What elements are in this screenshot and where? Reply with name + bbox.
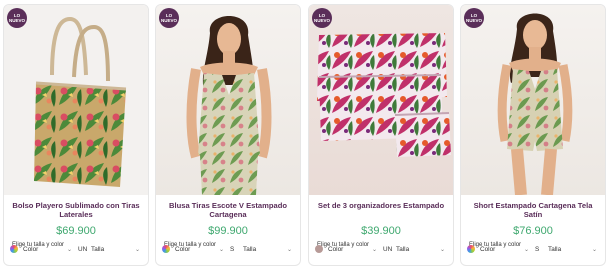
chevron-down-icon: ⌄ — [523, 246, 529, 253]
new-badge: LO NUEVO — [159, 8, 179, 28]
color-select[interactable]: Color ⌄ — [315, 245, 377, 253]
chevron-down-icon: ⌄ — [591, 246, 597, 253]
product-title[interactable]: Blusa Tiras Escote V Estampado Cartagena — [162, 201, 294, 223]
product-title[interactable]: Short Estampado Cartagena Tela Satín — [467, 201, 599, 223]
product-card[interactable]: LO NUEVO Bolso Playero Sublimado con Tir… — [3, 4, 149, 266]
size-code: UN — [383, 245, 393, 253]
multicolor-swatch-icon — [467, 245, 475, 253]
size-code: UN — [78, 245, 88, 253]
chevron-down-icon: ⌄ — [134, 246, 140, 253]
multicolor-swatch-icon — [162, 245, 170, 253]
product-card[interactable]: LO NUEVO — [460, 4, 606, 266]
chevron-down-icon: ⌄ — [371, 246, 377, 253]
color-select[interactable]: Color ⌄ — [10, 245, 72, 253]
organizers-set-illustration — [317, 33, 451, 157]
product-title[interactable]: Set de 3 organizadores Estampado — [315, 201, 447, 223]
color-select[interactable]: Color ⌄ — [467, 245, 529, 253]
product-image[interactable]: LO NUEVO — [156, 5, 300, 195]
new-badge: LO NUEVO — [7, 8, 27, 28]
chevron-down-icon: ⌄ — [66, 246, 72, 253]
size-code: S — [230, 245, 235, 253]
product-price: $39.900 — [361, 225, 401, 237]
variant-selectors: Color ⌄ S Talla ⌄ — [467, 243, 599, 255]
size-code: S — [535, 245, 540, 253]
color-select[interactable]: Color ⌄ — [162, 245, 224, 253]
product-price: $76.900 — [513, 225, 553, 237]
size-select[interactable]: S Talla ⌄ — [535, 246, 597, 253]
size-select[interactable]: UN Talla ⌄ — [383, 246, 445, 253]
color-swatch-icon — [315, 245, 323, 253]
product-card[interactable]: LO NUEVO Set de 3 organizadores Estampad… — [308, 4, 454, 266]
product-image[interactable]: LO NUEVO — [461, 5, 605, 195]
chevron-down-icon: ⌄ — [218, 246, 224, 253]
variant-selectors: Color ⌄ S Talla ⌄ — [162, 243, 294, 255]
tote-bag-illustration — [34, 16, 127, 187]
product-title[interactable]: Bolso Playero Sublimado con Tiras Latera… — [10, 201, 142, 223]
size-select[interactable]: UN Talla ⌄ — [78, 246, 140, 253]
product-image[interactable]: LO NUEVO — [4, 5, 148, 195]
model-shorts-illustration — [497, 13, 573, 195]
variant-selectors: Color ⌄ UN Talla ⌄ — [315, 243, 447, 255]
variant-selectors: Color ⌄ UN Talla ⌄ — [10, 243, 142, 255]
new-badge: LO NUEVO — [464, 8, 484, 28]
product-card[interactable]: LO NUEVO — [155, 4, 301, 266]
new-badge: LO NUEVO — [312, 8, 332, 28]
chevron-down-icon: ⌄ — [286, 246, 292, 253]
product-price: $69.900 — [56, 225, 96, 237]
multicolor-swatch-icon — [10, 245, 18, 253]
product-grid: LO NUEVO Bolso Playero Sublimado con Tir… — [0, 0, 610, 270]
model-blouse-illustration — [186, 16, 272, 195]
size-select[interactable]: S Talla ⌄ — [230, 246, 292, 253]
product-price: $99.900 — [208, 225, 248, 237]
product-image[interactable]: LO NUEVO — [309, 5, 453, 195]
chevron-down-icon: ⌄ — [439, 246, 445, 253]
